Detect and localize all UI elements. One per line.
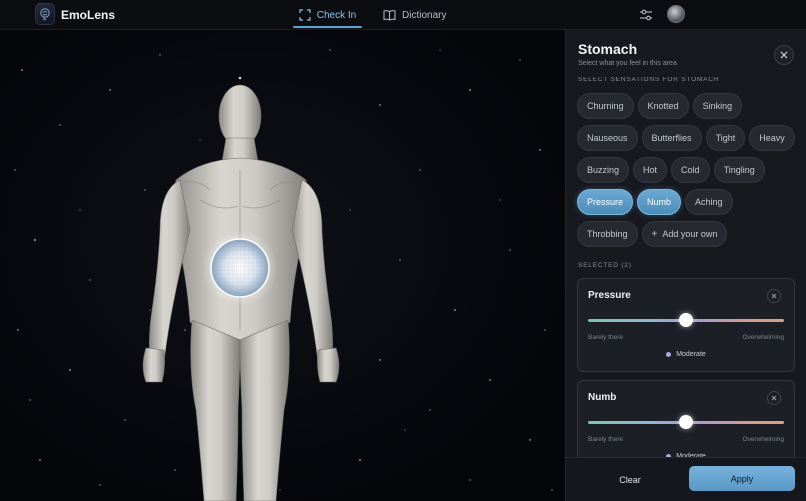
panel-footer: Clear Apply <box>566 457 806 501</box>
chip-tight[interactable]: Tight <box>705 125 746 151</box>
close-icon <box>780 51 788 59</box>
slider-max-label: Overwhelming <box>742 436 784 443</box>
chip-aching[interactable]: Aching <box>685 189 733 215</box>
selected-sensation-card-pressure: Pressure Barely there Overwhelming Moder… <box>577 278 795 372</box>
level-dot-icon <box>666 352 672 357</box>
app-name: EmoLens <box>61 8 116 22</box>
tab-check-in[interactable]: Check In <box>293 0 362 30</box>
top-nav: EmoLens Check In Dictionary <box>0 0 806 30</box>
close-icon <box>771 395 777 401</box>
add-your-own-label: Add your own <box>662 229 718 239</box>
chip-pressure[interactable]: Pressure <box>577 189 634 215</box>
body-figure <box>142 84 340 501</box>
sensation-panel: Stomach Select what you feel in this are… <box>565 30 806 501</box>
sensations-section-label: SELECT SENSATIONS FOR STOMACH <box>578 77 720 83</box>
chip-cold[interactable]: Cold <box>671 157 710 183</box>
chip-buzzing[interactable]: Buzzing <box>577 157 630 183</box>
app-root: EmoLens Check In Dictionary Stomach Sele… <box>0 0 806 501</box>
chip-throbbing[interactable]: Throbbing <box>577 221 638 247</box>
selected-section-label: SELECTED (2) <box>578 262 632 269</box>
chip-churning[interactable]: Churning <box>577 93 634 119</box>
chip-hot[interactable]: Hot <box>633 157 668 183</box>
tab-dictionary[interactable]: Dictionary <box>383 0 446 30</box>
brain-logo-icon[interactable] <box>35 3 55 25</box>
tab-check-in-label: Check In <box>316 9 357 21</box>
chip-sinking[interactable]: Sinking <box>692 93 743 119</box>
sensation-chips: Churning Knotted Sinking Nauseous Butter… <box>577 93 799 253</box>
intensity-slider-thumb[interactable] <box>679 313 693 327</box>
chip-numb[interactable]: Numb <box>637 189 682 215</box>
panel-title: Stomach <box>578 41 638 57</box>
settings-sliders-icon[interactable] <box>638 7 654 23</box>
panel-subtitle: Select what you feel in this area <box>578 60 677 67</box>
tab-dictionary-label: Dictionary <box>402 9 447 21</box>
chip-nauseous[interactable]: Nauseous <box>577 125 638 151</box>
active-tab-indicator <box>293 26 362 28</box>
chip-tingling[interactable]: Tingling <box>713 157 765 183</box>
scan-icon <box>299 9 311 21</box>
slider-min-label: Barely there <box>588 436 624 443</box>
close-icon <box>771 293 777 299</box>
slider-max-label: Overwhelming <box>742 334 784 341</box>
plus-icon: + <box>651 228 658 240</box>
book-icon <box>383 10 396 21</box>
intensity-slider-thumb[interactable] <box>679 415 693 429</box>
apply-button[interactable]: Apply <box>689 466 795 491</box>
sensation-name: Numb <box>588 392 617 403</box>
close-panel-button[interactable] <box>774 45 794 65</box>
remove-sensation-button[interactable] <box>767 289 781 303</box>
remove-sensation-button[interactable] <box>767 391 781 405</box>
chip-heavy[interactable]: Heavy <box>749 125 795 151</box>
chip-butterflies[interactable]: Butterflies <box>641 125 702 151</box>
body-scene[interactable] <box>0 30 565 501</box>
clear-button[interactable]: Clear <box>606 470 654 490</box>
intensity-level: Moderate <box>578 351 794 358</box>
slider-min-label: Barely there <box>588 334 624 341</box>
sensation-name: Pressure <box>588 290 631 301</box>
chip-knotted[interactable]: Knotted <box>637 93 689 119</box>
add-your-own-button[interactable]: + Add your own <box>641 221 728 247</box>
intensity-level-label: Moderate <box>676 351 706 358</box>
user-avatar[interactable] <box>667 5 685 23</box>
